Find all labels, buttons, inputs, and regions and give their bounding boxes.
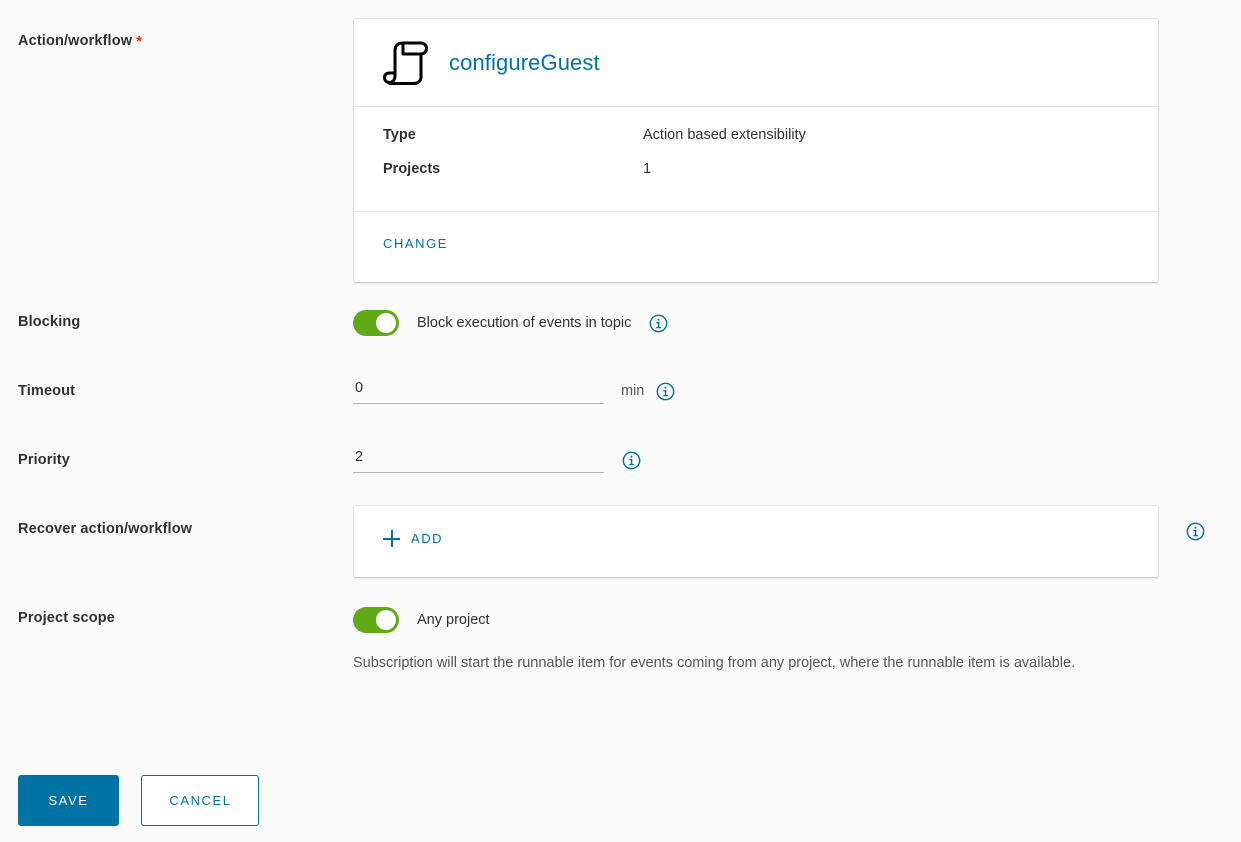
timeout-input[interactable] (353, 378, 604, 404)
action-workflow-card-header: configureGuest (354, 19, 1158, 107)
info-circle-icon[interactable] (622, 451, 641, 470)
blocking-control: Block execution of events in topic (353, 310, 668, 336)
project-scope-toggle-label: Any project (417, 612, 490, 628)
project-scope-toggle[interactable] (353, 607, 399, 633)
add-recover-label: ADD (411, 531, 444, 546)
priority-label: Priority (18, 452, 70, 468)
required-asterisk: * (136, 33, 143, 50)
action-workflow-details: Type Action based extensibility Projects… (354, 107, 1158, 212)
save-button[interactable]: SAVE (18, 775, 119, 826)
timeout-control: min (353, 378, 675, 404)
timeout-unit-label: min (621, 383, 645, 399)
recover-card-body: ADD (354, 506, 1158, 552)
detail-key: Projects (383, 161, 441, 177)
cancel-button[interactable]: CANCEL (141, 775, 260, 826)
timeout-label: Timeout (18, 383, 76, 399)
script-scroll-icon (383, 38, 429, 88)
project-scope-description: Subscription will start the runnable ite… (353, 655, 1076, 671)
blocking-toggle[interactable] (353, 310, 399, 336)
blocking-label: Blocking (18, 314, 81, 330)
priority-input[interactable] (353, 447, 604, 473)
priority-control (353, 447, 641, 473)
info-circle-icon[interactable] (656, 382, 675, 401)
add-recover-button[interactable]: ADD (383, 530, 443, 547)
form-actions: SAVE CANCEL (18, 775, 260, 826)
project-scope-control: Any project (353, 607, 490, 633)
info-circle-icon[interactable] (649, 314, 668, 333)
action-workflow-card: configureGuest Type Action based extensi… (353, 18, 1159, 283)
action-workflow-label-text: Action/workflow (18, 33, 133, 49)
toggle-knob (376, 313, 396, 333)
action-workflow-card-footer: CHANGE (354, 212, 1158, 275)
toggle-knob (376, 610, 396, 630)
detail-value: 1 (643, 161, 652, 177)
change-button[interactable]: CHANGE (383, 236, 448, 251)
detail-row-type: Type Action based extensibility (383, 127, 1158, 161)
detail-row-projects: Projects 1 (383, 161, 1158, 195)
plus-icon (383, 530, 400, 547)
detail-value: Action based extensibility (643, 127, 806, 143)
project-scope-label: Project scope (18, 610, 115, 626)
action-workflow-label: Action/workflow * (18, 32, 143, 50)
recover-label: Recover action/workflow (18, 521, 193, 537)
info-circle-icon[interactable] (1186, 522, 1205, 541)
subscription-form: Action/workflow * configureGuest Type Act… (0, 0, 1241, 842)
detail-key: Type (383, 127, 416, 143)
blocking-toggle-label: Block execution of events in topic (417, 315, 632, 331)
recover-card: ADD (353, 505, 1159, 578)
action-workflow-title-link[interactable]: configureGuest (449, 50, 600, 76)
